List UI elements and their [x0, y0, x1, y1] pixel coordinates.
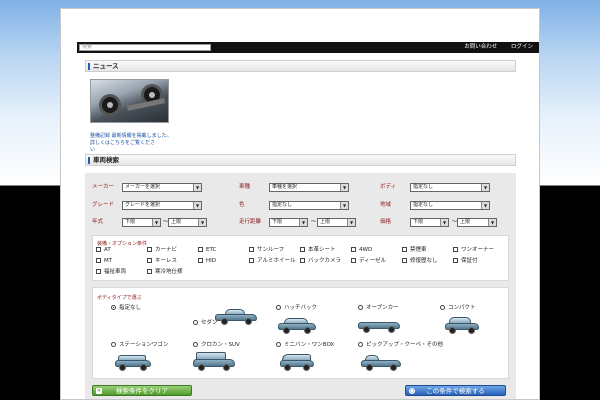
option-checkbox[interactable]: キーレス	[147, 258, 177, 265]
option-checkbox[interactable]: 4WD	[351, 247, 372, 254]
price-to-select[interactable]: 上限	[457, 218, 497, 227]
convertible-car-icon[interactable]	[358, 317, 400, 333]
login-link[interactable]: ログイン	[511, 44, 533, 50]
hatchback-car-icon[interactable]	[278, 317, 316, 334]
bodytype-radio-hatchback[interactable]: ハッチバック	[276, 305, 317, 312]
news-section-title: ニュース	[85, 60, 516, 72]
body-type-title: ボディタイプで選ぶ	[97, 295, 142, 301]
option-checkbox[interactable]: バックカメラ	[300, 258, 341, 265]
maker-select[interactable]: メーカーを選択	[122, 183, 202, 192]
price-from-select[interactable]: 下限	[410, 218, 449, 227]
vehicle-search-form: メーカー メーカーを選択 車種 車種を選択 ボディ 指定なし グレード グレード…	[85, 173, 516, 399]
bodytype-radio-any[interactable]: 指定なし	[111, 305, 141, 312]
model-label: 車種	[239, 184, 251, 190]
news-thumbnail-image[interactable]	[90, 79, 169, 123]
year-label: 年式	[92, 219, 104, 225]
search-icon: ○	[409, 388, 415, 394]
year-to-select[interactable]: 上限	[168, 218, 207, 227]
body-type-panel: ボディタイプで選ぶ 指定なし セダン ハッチバック オープンカー コンパクト ス…	[92, 287, 509, 379]
body-label: ボディ	[380, 184, 397, 190]
option-checkbox[interactable]: ディーゼル	[351, 258, 386, 265]
option-checkbox[interactable]: HID	[198, 258, 216, 265]
year-from-select[interactable]: 下限	[122, 218, 161, 227]
mileage-from-select[interactable]: 下限	[269, 218, 308, 227]
option-checkbox[interactable]: 修復歴なし	[402, 258, 438, 265]
color-label: 色	[239, 202, 245, 208]
top-navigation-bar: 検索 お問い合わせ ログイン	[77, 42, 539, 53]
option-checkbox[interactable]: サンルーフ	[249, 247, 284, 254]
bodytype-radio-open[interactable]: オープンカー	[358, 305, 399, 312]
minivan-car-icon[interactable]	[280, 354, 314, 371]
bodytype-radio-minivan[interactable]: ミニバン・ワンBOX	[276, 342, 334, 349]
news-caption-link[interactable]: 整備記録 最新情報を掲載しました。詳しくはこちらをご覧くださ い	[90, 133, 172, 154]
option-checkbox[interactable]: カーナビ	[147, 247, 177, 254]
region-label: 地域	[380, 202, 392, 208]
option-checkbox[interactable]: 禁煙車	[402, 247, 427, 254]
tire-icon	[99, 94, 121, 116]
range-separator: ～	[311, 219, 317, 225]
contact-link[interactable]: お問い合わせ	[464, 44, 497, 50]
body-select[interactable]: 指定なし	[410, 183, 490, 192]
option-checkbox[interactable]: ETC	[198, 247, 216, 254]
mileage-to-select[interactable]: 上限	[317, 218, 356, 227]
option-checkbox[interactable]: 寒冷地仕様	[147, 269, 183, 276]
options-title: 装備・オプション条件	[97, 241, 148, 247]
main-page: 検索 お問い合わせ ログイン ニュース 整備記録 最新情報を掲載しました。詳しく…	[60, 8, 540, 400]
search-section-title: 車両検索	[85, 154, 516, 166]
sedan-car-icon[interactable]	[215, 308, 257, 325]
color-select[interactable]: 指定なし	[269, 201, 349, 210]
header-links: お問い合わせ ログイン	[452, 43, 533, 52]
option-checkbox[interactable]: アルミホイール	[249, 258, 295, 265]
option-checkbox[interactable]: MT	[96, 258, 112, 265]
suv-car-icon[interactable]	[193, 352, 235, 371]
price-label: 価格	[380, 219, 392, 225]
bodytype-radio-suv[interactable]: クロカン・SUV	[193, 342, 240, 349]
wagon-car-icon[interactable]	[115, 354, 151, 371]
bodytype-radio-wagon[interactable]: ステーションワゴン	[111, 342, 168, 349]
mileage-label: 走行距離	[239, 219, 262, 225]
maker-label: メーカー	[92, 184, 115, 190]
grade-select[interactable]: グレードを選択	[122, 201, 202, 210]
search-submit-button[interactable]: ○ この条件で検索する	[405, 385, 506, 396]
compact-car-icon[interactable]	[445, 317, 479, 334]
model-select[interactable]: 車種を選択	[269, 183, 349, 192]
bodytype-radio-compact[interactable]: コンパクト	[440, 305, 476, 312]
option-checkbox[interactable]: 本革シート	[300, 247, 336, 254]
option-checkbox[interactable]: ワンオーナー	[453, 247, 494, 254]
region-select[interactable]: 指定なし	[410, 201, 490, 210]
option-checkbox[interactable]: 福祉車両	[96, 269, 126, 276]
grade-label: グレード	[92, 202, 115, 208]
bodytype-radio-other[interactable]: ピックアップ・クーペ・その他	[358, 342, 443, 349]
clear-x-icon: ✕	[96, 388, 102, 394]
option-checkbox[interactable]: AT	[96, 247, 111, 254]
pickup-car-icon[interactable]	[361, 354, 401, 371]
option-checkbox[interactable]: 保証付	[453, 258, 478, 265]
clear-conditions-button[interactable]: ✕ 検索条件をクリア	[92, 385, 192, 396]
site-search-input[interactable]: 検索	[79, 44, 211, 51]
options-panel: 装備・オプション条件 AT カーナビ ETC サンルーフ 本革シート 4WD 禁…	[92, 235, 509, 281]
bodytype-radio-sedan[interactable]: セダン	[193, 320, 218, 327]
